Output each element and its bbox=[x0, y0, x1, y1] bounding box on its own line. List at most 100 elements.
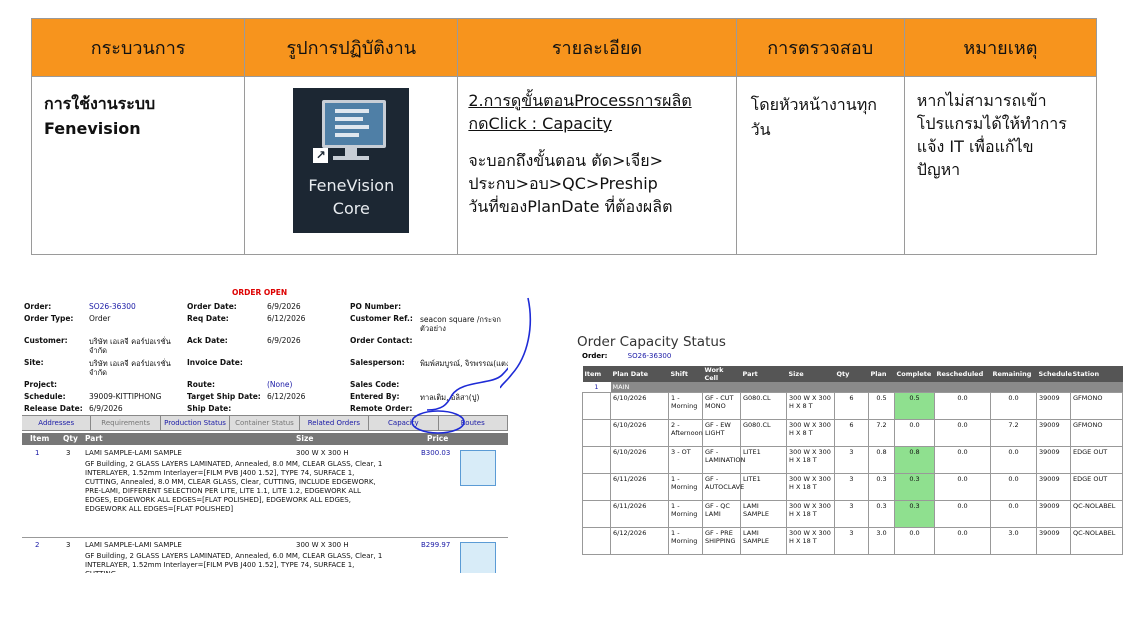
cap-empty-item-cell bbox=[582, 500, 611, 528]
cap-station: EDGE OUT bbox=[1070, 446, 1123, 474]
cap-plan: 0.3 bbox=[868, 500, 895, 528]
capacity-order: Order: SO26-36300 bbox=[582, 352, 671, 360]
detail-step-title: 2.การดูขั้นตอนProcessการผลิต bbox=[468, 91, 692, 110]
detail-text-3: วันที่ของPlanDate ที่ต้องผลิต bbox=[468, 197, 673, 216]
table-row: 6/11/2026 1 - Morning GF - AUTOCLAVE LITE1 3… bbox=[582, 473, 1123, 501]
capacity-order-number[interactable]: SO26-36300 bbox=[628, 352, 672, 360]
cap-rescheduled: 0.0 bbox=[934, 473, 991, 501]
cap-rescheduled: 0.0 bbox=[934, 500, 991, 528]
cap-size: 300 W X 300 H X 8 T bbox=[786, 419, 835, 447]
cap-col-schedule: Schedule bbox=[1036, 366, 1072, 382]
note-line-2: โปรแกรมได้ให้ทำการ bbox=[916, 114, 1067, 133]
cap-work-cell: GF - CUT MONO bbox=[702, 392, 741, 420]
header-note: หมายเหตุ bbox=[903, 18, 1098, 77]
table-row: 6/10/2026 2 - Afternoon GF - EW LIGHT G080.… bbox=[582, 419, 1123, 447]
cap-col-complete: Complete bbox=[894, 366, 935, 382]
process-cell: การใช้งานระบบ Fenevision bbox=[30, 76, 246, 255]
capacity-title: Order Capacity Status bbox=[577, 334, 726, 350]
cap-qty: 3 bbox=[834, 527, 869, 555]
cap-complete: 0.3 bbox=[894, 500, 935, 528]
cap-rescheduled: 0.0 bbox=[934, 446, 991, 474]
table-row: 6/11/2026 1 - Morning GF - QC LAMI LAMI SAM… bbox=[582, 500, 1123, 528]
detail-text-1: จะบอกถึงขั้นตอน ตัด>เจีย> bbox=[468, 151, 664, 170]
cap-part: LAMI SAMPLE bbox=[740, 527, 787, 555]
cap-empty-item-cell bbox=[582, 392, 611, 420]
cap-part: LITE1 bbox=[740, 473, 787, 501]
annotation-arrow-line bbox=[500, 297, 532, 389]
detail-click-capacity: กดClick : Capacity bbox=[468, 114, 613, 133]
note-line-4: ปัญหา bbox=[916, 160, 961, 179]
cap-qty: 3 bbox=[834, 473, 869, 501]
icon-label: FeneVision Core bbox=[308, 176, 395, 218]
cap-col-remaining: Remaining bbox=[990, 366, 1037, 382]
cap-part: G080.CL bbox=[740, 419, 787, 447]
cap-plan-date: 6/11/2026 bbox=[610, 500, 669, 528]
note-line-3: แจ้ง IT เพื่อแก้ไข bbox=[916, 137, 1034, 156]
cap-work-cell: GF - AUTOCLAVE bbox=[702, 473, 744, 501]
cap-item-number[interactable]: 1 bbox=[582, 382, 611, 393]
fenevision-core-icon[interactable]: ↗ FeneVision Core bbox=[293, 88, 410, 233]
image-cell: ↗ FeneVision Core bbox=[244, 76, 459, 255]
cap-complete: 0.0 bbox=[894, 527, 935, 555]
cap-col-work-cell: Work Cell bbox=[702, 366, 741, 382]
cap-rescheduled: 0.0 bbox=[934, 419, 991, 447]
cap-station: GFMONO bbox=[1070, 392, 1123, 420]
detail-cell: 2.การดูขั้นตอนProcessการผลิต กดClick : C… bbox=[457, 76, 737, 255]
order-screenshot: ORDER OPEN Order: SO26-36300 Order Date:… bbox=[22, 285, 508, 573]
table-row: 6/10/2026 1 - Morning GF - CUT MONO G080.CL… bbox=[582, 392, 1123, 420]
cap-work-cell: GF - QC LAMI bbox=[702, 500, 741, 528]
cap-plan: 0.3 bbox=[868, 473, 895, 501]
table-row: 6/10/2026 3 - OT GF - LAMINATION LITE1 300 W… bbox=[582, 446, 1123, 474]
cap-plan-date: 6/11/2026 bbox=[610, 473, 669, 501]
cap-station: EDGE OUT bbox=[1070, 473, 1123, 501]
cap-group-label: MAIN bbox=[610, 382, 1123, 393]
capacity-highlight-circle bbox=[411, 410, 465, 434]
cap-qty: 3 bbox=[834, 446, 869, 474]
cap-work-cell: GF - PRE SHIPPING bbox=[702, 527, 741, 555]
cap-schedule: 39009 bbox=[1036, 446, 1071, 474]
cap-empty-item-cell bbox=[582, 527, 611, 555]
cap-col-plan-date: Plan Date bbox=[610, 366, 669, 382]
cap-rescheduled: 0.0 bbox=[934, 392, 991, 420]
cap-schedule: 39009 bbox=[1036, 527, 1071, 555]
cap-schedule: 39009 bbox=[1036, 500, 1071, 528]
work-instruction-table: กระบวนการ รูปการปฏิบัติงาน รายละเอียด กา… bbox=[30, 18, 1098, 255]
cap-col-part: Part bbox=[740, 366, 787, 382]
cap-empty-item-cell bbox=[582, 473, 611, 501]
shortcut-arrow-icon: ↗ bbox=[313, 148, 329, 163]
capacity-table: Item Plan Date Shift Work Cell Part Size… bbox=[582, 366, 1123, 555]
cap-qty: 3 bbox=[834, 500, 869, 528]
monitor-icon bbox=[322, 100, 387, 148]
cap-part: G080.CL bbox=[740, 392, 787, 420]
annotation-scribble bbox=[411, 366, 508, 434]
table-header-row: กระบวนการ รูปการปฏิบัติงาน รายละเอียด กา… bbox=[30, 18, 1098, 77]
cap-shift: 2 - Afternoon bbox=[668, 419, 703, 447]
cap-schedule: 39009 bbox=[1036, 473, 1071, 501]
cap-col-shift: Shift bbox=[668, 366, 703, 382]
check-cell: โดยหัวหน้างานทุกวัน bbox=[735, 76, 905, 255]
detail-text-2: ประกบ>อบ>QC>Preship bbox=[468, 174, 658, 193]
cap-col-plan: Plan bbox=[868, 366, 895, 382]
cap-col-item: Item bbox=[582, 366, 611, 382]
cap-shift: 1 - Morning bbox=[668, 500, 703, 528]
cap-remaining: 7.2 bbox=[990, 419, 1037, 447]
cap-plan: 7.2 bbox=[868, 419, 895, 447]
cap-size: 300 W X 300 H X 18 T bbox=[786, 473, 835, 501]
cap-station: QC-NOLABEL bbox=[1070, 527, 1123, 555]
cap-size: 300 W X 300 H X 18 T bbox=[786, 500, 835, 528]
cap-work-cell: GF - LAMINATION bbox=[702, 446, 745, 474]
cap-plan: 0.8 bbox=[868, 446, 895, 474]
check-text: โดยหัวหน้างานทุกวัน bbox=[750, 95, 877, 139]
cap-plan-date: 6/12/2026 bbox=[610, 527, 669, 555]
cap-complete: 0.0 bbox=[894, 419, 935, 447]
cap-shift: 1 - Morning bbox=[668, 527, 703, 555]
cap-complete: 0.8 bbox=[894, 446, 935, 474]
cap-plan: 3.0 bbox=[868, 527, 895, 555]
cap-col-size: Size bbox=[786, 366, 835, 382]
cap-empty-item-cell bbox=[582, 419, 611, 447]
table-row: การใช้งานระบบ Fenevision ↗ FeneVision Co… bbox=[30, 76, 1098, 255]
header-image: รูปการปฏิบัติงาน bbox=[244, 18, 459, 77]
cap-size: 300 W X 300 H X 18 T bbox=[786, 446, 835, 474]
cap-qty: 6 bbox=[834, 419, 869, 447]
cap-size: 300 W X 300 H X 8 T bbox=[786, 392, 835, 420]
